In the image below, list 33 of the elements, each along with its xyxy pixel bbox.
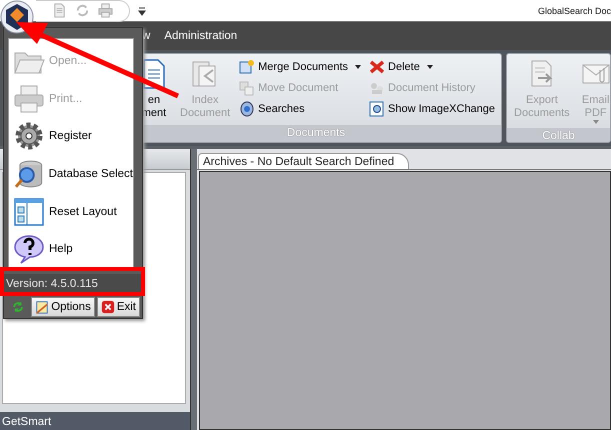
help-icon bbox=[13, 233, 45, 266]
move-icon bbox=[239, 80, 256, 96]
group-label: Collab bbox=[507, 128, 610, 142]
document-tab[interactable]: Archives - No Default Search Defined bbox=[198, 153, 410, 169]
ribbon-button[interactable]: Merge Documents bbox=[237, 57, 364, 77]
caret-icon bbox=[592, 120, 599, 124]
customize-caret-icon[interactable] bbox=[138, 6, 146, 16]
gear-icon bbox=[13, 120, 45, 152]
options-icon bbox=[35, 300, 50, 314]
document-icon[interactable] bbox=[52, 3, 67, 18]
refresh-icon[interactable] bbox=[12, 300, 24, 314]
delete-icon bbox=[369, 59, 386, 75]
menu-tab[interactable]: Administration bbox=[164, 30, 238, 42]
layout-icon bbox=[13, 196, 45, 228]
splitter-handle[interactable] bbox=[190, 149, 197, 430]
ribbon-button[interactable]: Show ImageXChange bbox=[367, 99, 498, 119]
window-title: GlobalSearch Doc bbox=[538, 6, 611, 16]
menu-item[interactable]: Register bbox=[9, 117, 133, 156]
printer-icon[interactable] bbox=[98, 3, 113, 18]
printer-icon bbox=[13, 82, 45, 114]
close-icon bbox=[100, 300, 115, 314]
exit-button[interactable]: Exit bbox=[96, 297, 140, 317]
caret-icon bbox=[355, 65, 362, 69]
options-button[interactable]: Options bbox=[31, 297, 95, 317]
refresh-icon[interactable] bbox=[75, 3, 90, 18]
menu-item[interactable]: Help bbox=[9, 230, 133, 268]
ribbon-button[interactable]: Searches bbox=[237, 99, 364, 119]
menu-item[interactable]: Database Select bbox=[9, 155, 133, 193]
ribbon-button[interactable]: Delete bbox=[367, 57, 498, 77]
caret-icon bbox=[426, 65, 433, 69]
pane-title: GetSmart bbox=[0, 412, 190, 430]
menu-item[interactable]: Reset Layout bbox=[9, 192, 133, 230]
database-icon bbox=[13, 158, 45, 190]
